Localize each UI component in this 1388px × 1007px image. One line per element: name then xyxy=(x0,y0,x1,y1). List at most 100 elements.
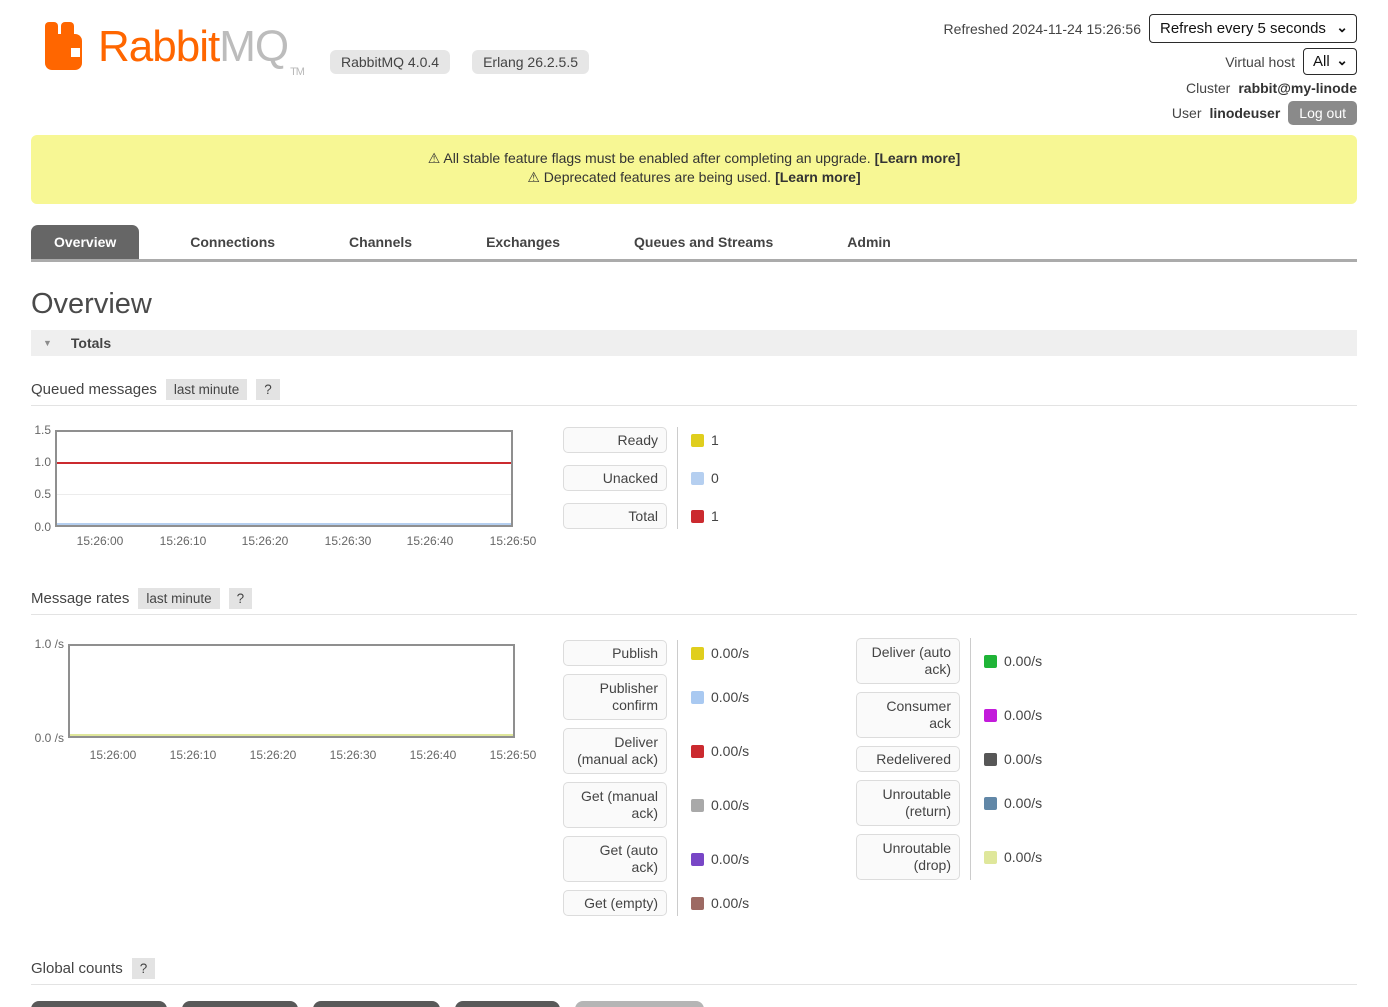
legend-button-consumer-ack[interactable]: Consumer ack xyxy=(856,692,960,738)
consumers-count-badge[interactable]: Consumers:0 xyxy=(575,1001,704,1007)
total-value: 1 xyxy=(711,508,719,524)
ready-color-swatch xyxy=(691,434,704,447)
queues-count-badge[interactable]: Queues:1 xyxy=(455,1001,560,1007)
x-tick: 15:26:00 xyxy=(64,534,136,548)
message-rates-legend-left: Publish Publisher confirm Deliver (manua… xyxy=(563,640,749,916)
brand-word-mq: MQ xyxy=(219,22,288,71)
legend-value-row: 0.00/s xyxy=(691,640,749,666)
x-tick: 15:26:40 xyxy=(394,534,466,548)
legend-button-unroutable-return[interactable]: Unroutable (return) xyxy=(856,780,960,826)
legend-value-row: 0.00/s xyxy=(984,746,1042,772)
channels-count-badge[interactable]: Channels:0 xyxy=(182,1001,298,1007)
get-auto-ack-rate: 0.00/s xyxy=(711,851,749,867)
tab-admin[interactable]: Admin xyxy=(824,225,914,259)
legend-button-total[interactable]: Total xyxy=(563,503,667,529)
legend-button-publisher-confirm[interactable]: Publisher confirm xyxy=(563,674,667,720)
y-tick: 1.0 /s xyxy=(31,636,64,652)
unroutable-return-color-swatch xyxy=(984,797,997,810)
legend-button-deliver-auto-ack[interactable]: Deliver (auto ack) xyxy=(856,638,960,684)
publish-color-swatch xyxy=(691,647,704,660)
warning-text: ⚠ Deprecated features are being used. xyxy=(527,169,771,185)
refresh-interval-select-wrap: Refresh every 5 seconds ⌄ xyxy=(1149,14,1357,43)
cluster-label: Cluster xyxy=(1186,80,1230,96)
message-rates-chart: 1.0 /s 0.0 /s 15:26:00 15:26:10 15:26:20… xyxy=(31,631,1357,939)
tab-connections[interactable]: Connections xyxy=(167,225,298,259)
legend-value-row: 1 xyxy=(691,427,719,453)
publisher-confirm-color-swatch xyxy=(691,691,704,704)
get-empty-rate: 0.00/s xyxy=(711,895,749,911)
legend-labels: Publish Publisher confirm Deliver (manua… xyxy=(563,640,667,916)
totals-label: Totals xyxy=(71,335,111,351)
get-manual-ack-color-swatch xyxy=(691,799,704,812)
exchanges-count-badge[interactable]: Exchanges:8 xyxy=(313,1001,440,1007)
tab-queues-and-streams[interactable]: Queues and Streams xyxy=(611,225,796,259)
legend-value-row: 0.00/s xyxy=(984,780,1042,826)
time-range-selector[interactable]: last minute xyxy=(166,379,247,400)
refresh-interval-select[interactable]: Refresh every 5 seconds xyxy=(1149,14,1357,43)
get-auto-ack-color-swatch xyxy=(691,853,704,866)
tab-exchanges[interactable]: Exchanges xyxy=(463,225,583,259)
legend-button-get-manual-ack[interactable]: Get (manual ack) xyxy=(563,782,667,828)
legend-button-get-auto-ack[interactable]: Get (auto ack) xyxy=(563,836,667,882)
rabbitmq-management-page: RabbitMQTM RabbitMQ 4.0.4 Erlang 26.2.5.… xyxy=(0,0,1388,1007)
legend-value-row: 0.00/s xyxy=(984,692,1042,738)
cluster-name: rabbit@my-linode xyxy=(1238,80,1357,96)
publisher-confirm-rate: 0.00/s xyxy=(711,689,749,705)
legend-button-deliver-manual-ack[interactable]: Deliver (manual ack) xyxy=(563,728,667,774)
legend-button-redelivered[interactable]: Redelivered xyxy=(856,746,960,772)
rabbitmq-logo-icon xyxy=(44,22,92,70)
total-series-line xyxy=(57,462,511,464)
user-label: User xyxy=(1172,105,1202,121)
learn-more-link[interactable]: [Learn more] xyxy=(875,150,961,166)
legend-button-ready[interactable]: Ready xyxy=(563,427,667,453)
x-tick: 15:26:20 xyxy=(237,748,309,762)
help-icon[interactable]: ? xyxy=(229,588,253,609)
x-tick: 15:26:10 xyxy=(147,534,219,548)
brand-word-rabbit: Rabbit xyxy=(98,22,219,71)
queued-messages-chart: 1.5 1.0 0.5 0.0 15:26:00 15:26:10 15:26:… xyxy=(31,422,1357,554)
x-tick: 15:26:50 xyxy=(477,748,549,762)
legend-button-unroutable-drop[interactable]: Unroutable (drop) xyxy=(856,834,960,880)
y-tick: 0.0 /s xyxy=(31,730,64,746)
virtual-host-select[interactable]: All xyxy=(1303,48,1357,75)
connections-count-badge[interactable]: Connections:0 xyxy=(31,1001,167,1007)
deliver-auto-ack-rate: 0.00/s xyxy=(1004,653,1042,669)
header: RabbitMQTM RabbitMQ 4.0.4 Erlang 26.2.5.… xyxy=(31,0,1357,135)
unroutable-drop-color-swatch xyxy=(984,851,997,864)
y-tick: 1.0 xyxy=(31,454,51,470)
redelivered-color-swatch xyxy=(984,753,997,766)
message-rates-title: Message rates xyxy=(31,590,129,607)
collapse-triangle-icon: ▼ xyxy=(43,338,52,348)
x-tick: 15:26:00 xyxy=(77,748,149,762)
main-nav-tabs: Overview Connections Channels Exchanges … xyxy=(31,225,1357,262)
status-panel: Refreshed 2024-11-24 15:26:56 Refresh ev… xyxy=(944,14,1357,125)
legend-values: 1 0 1 xyxy=(677,427,719,529)
y-tick: 0.5 xyxy=(31,486,51,502)
legend-button-unacked[interactable]: Unacked xyxy=(563,465,667,491)
feature-flags-warning: ⚠ All stable feature flags must be enabl… xyxy=(31,149,1357,168)
legend-value-row: 0.00/s xyxy=(691,836,749,882)
legend-labels: Deliver (auto ack) Consumer ack Redelive… xyxy=(856,638,960,880)
legend-value-row: 0.00/s xyxy=(691,782,749,828)
page-title: Overview xyxy=(31,288,1357,321)
deliver-manual-ack-rate: 0.00/s xyxy=(711,743,749,759)
legend-value-row: 1 xyxy=(691,503,719,529)
warning-text: ⚠ All stable feature flags must be enabl… xyxy=(428,150,871,166)
tab-channels[interactable]: Channels xyxy=(326,225,435,259)
tab-overview[interactable]: Overview xyxy=(31,225,139,259)
publish-rate: 0.00/s xyxy=(711,645,749,661)
legend-button-get-empty[interactable]: Get (empty) xyxy=(563,890,667,916)
legend-value-row: 0.00/s xyxy=(984,834,1042,880)
help-icon[interactable]: ? xyxy=(132,958,156,979)
legend-button-publish[interactable]: Publish xyxy=(563,640,667,666)
help-icon[interactable]: ? xyxy=(256,379,280,400)
global-counts-title: Global counts xyxy=(31,960,123,977)
user-name: linodeuser xyxy=(1209,105,1280,121)
legend-value-row: 0.00/s xyxy=(691,674,749,720)
totals-section-toggle[interactable]: ▼ Totals xyxy=(31,330,1357,356)
unacked-series-line xyxy=(57,523,511,525)
learn-more-link[interactable]: [Learn more] xyxy=(775,169,861,185)
logout-button[interactable]: Log out xyxy=(1288,101,1357,125)
global-counts-row: Connections:0 Channels:0 Exchanges:8 Que… xyxy=(31,1001,1357,1007)
time-range-selector[interactable]: last minute xyxy=(138,588,219,609)
